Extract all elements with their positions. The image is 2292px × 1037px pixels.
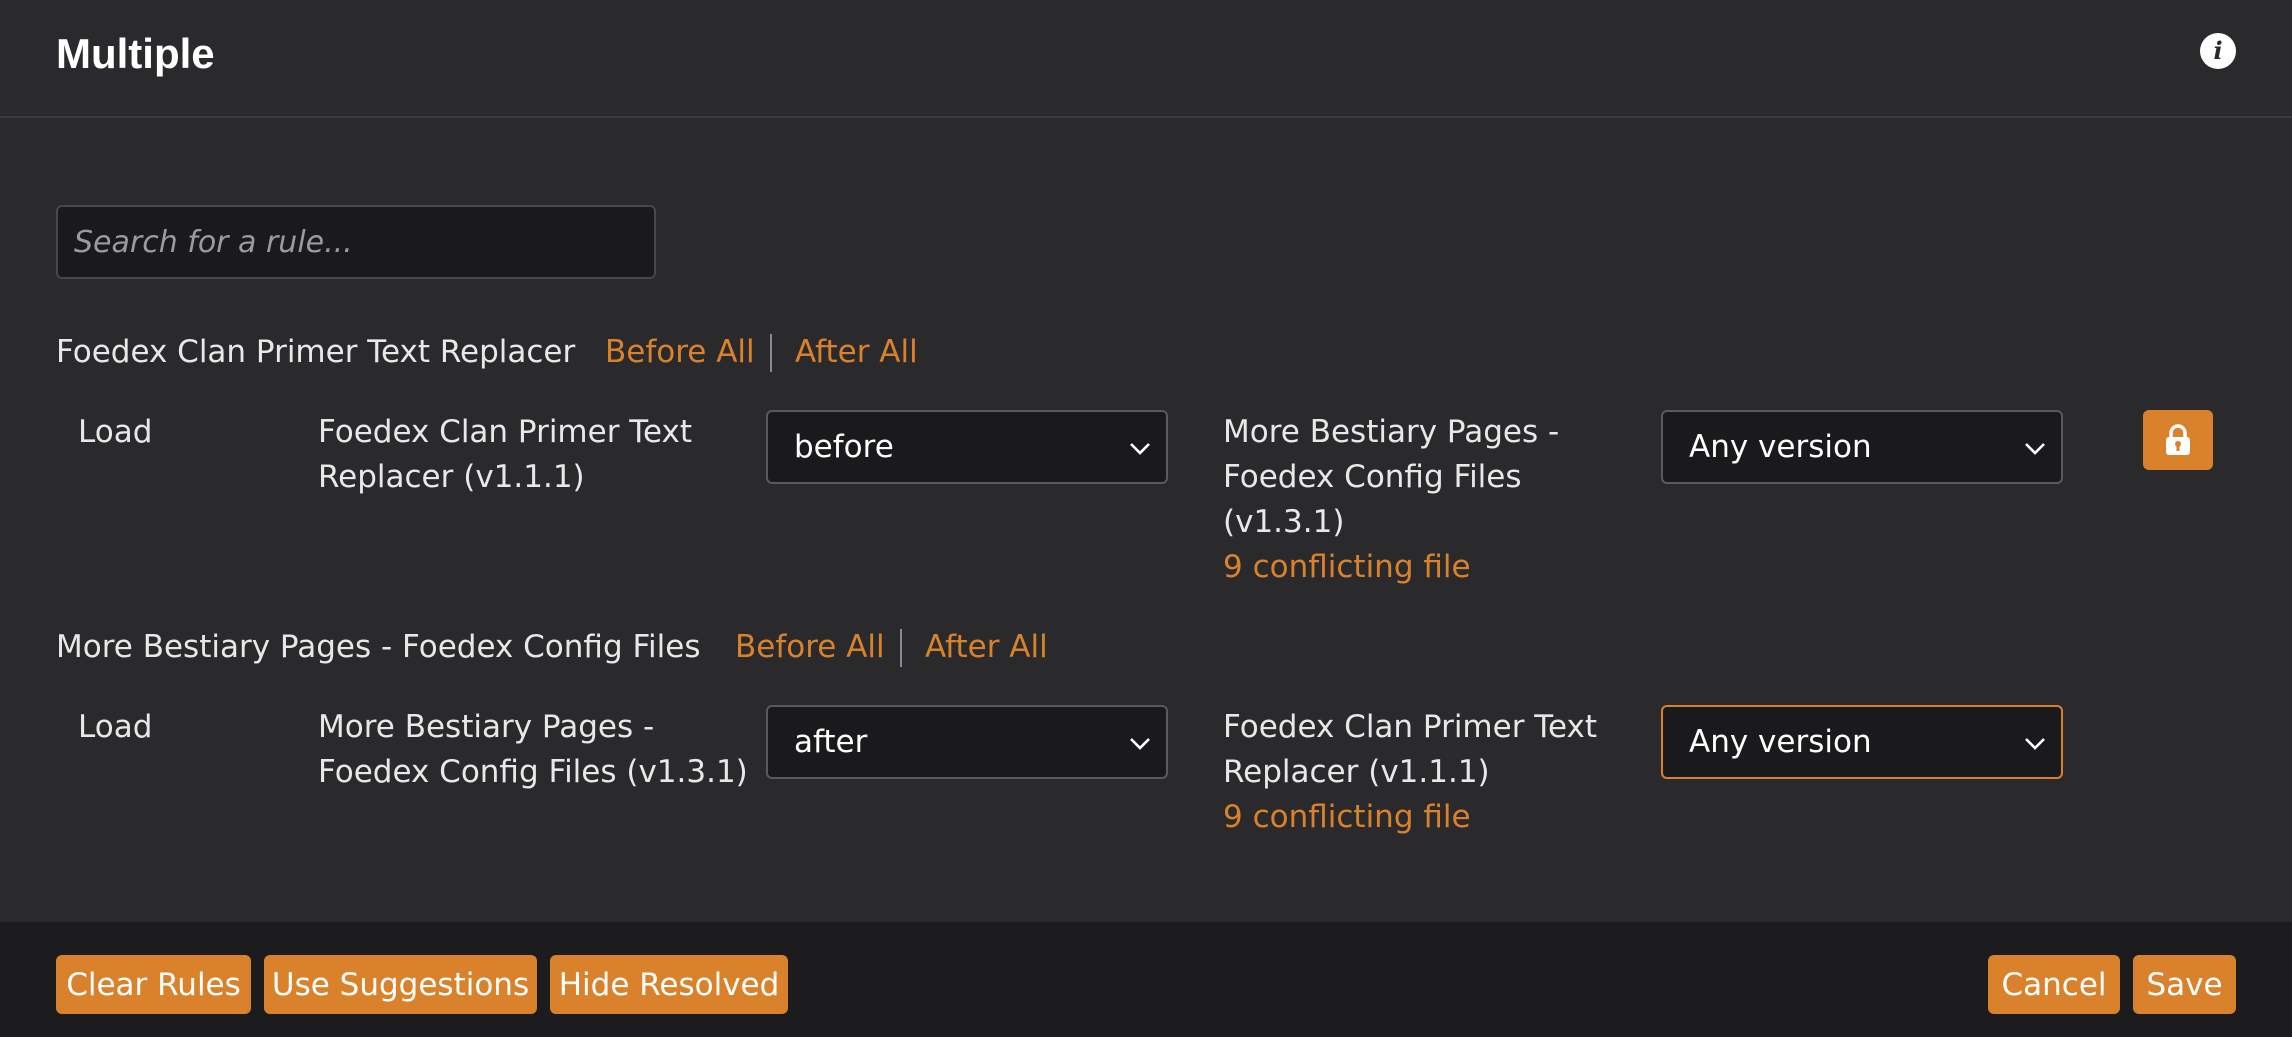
chevron-down-icon (1130, 738, 1150, 750)
after-all-link[interactable]: After All (925, 625, 1048, 670)
rule-target-line2: Replacer (v1.1.1) (1223, 754, 1490, 790)
version-select[interactable]: Any version (1661, 410, 2063, 484)
link-separator (770, 334, 772, 372)
chevron-down-icon (2025, 738, 2045, 750)
rule-target-line3: (v1.3.1) (1223, 504, 1345, 540)
group-title: Foedex Clan Primer Text Replacer (56, 334, 576, 370)
rule-source-line1: Foedex Clan Primer Text (318, 414, 692, 450)
dialog-header: Multiple i (0, 0, 2292, 118)
lock-icon (2166, 424, 2190, 455)
search-input[interactable] (56, 205, 656, 279)
rule-target-line2: Foedex Config Files (1223, 459, 1522, 495)
save-button[interactable]: Save (2133, 955, 2236, 1014)
before-all-link[interactable]: Before All (605, 330, 755, 375)
conflicting-files-link[interactable]: 9 conflicting file (1223, 545, 1471, 590)
before-all-link[interactable]: Before All (735, 625, 885, 670)
rule-action: Load (78, 709, 153, 745)
order-select[interactable]: after (766, 705, 1168, 779)
version-select[interactable]: Any version (1661, 705, 2063, 779)
conflicting-files-link[interactable]: 9 conflicting file (1223, 795, 1471, 840)
version-select-value: Any version (1689, 724, 1872, 760)
rule-source-line2: Foedex Config Files (v1.3.1) (318, 754, 748, 790)
order-select-value: before (794, 429, 894, 465)
link-separator (900, 629, 902, 667)
info-icon[interactable]: i (2200, 33, 2236, 69)
chevron-down-icon (1130, 443, 1150, 455)
clear-rules-button[interactable]: Clear Rules (56, 955, 251, 1014)
rule-action: Load (78, 414, 153, 450)
lock-button[interactable] (2143, 410, 2213, 470)
order-select-value: after (794, 724, 868, 760)
rule-source-line2: Replacer (v1.1.1) (318, 459, 585, 495)
chevron-down-icon (2025, 443, 2045, 455)
after-all-link[interactable]: After All (795, 330, 918, 375)
rule-target-line1: Foedex Clan Primer Text (1223, 709, 1597, 745)
use-suggestions-button[interactable]: Use Suggestions (264, 955, 537, 1014)
dialog-title: Multiple (56, 30, 215, 77)
rule-target-line1: More Bestiary Pages - (1223, 414, 1560, 450)
cancel-button[interactable]: Cancel (1988, 955, 2120, 1014)
version-select-value: Any version (1689, 429, 1872, 465)
group-title: More Bestiary Pages - Foedex Config File… (56, 629, 701, 665)
hide-resolved-button[interactable]: Hide Resolved (550, 955, 788, 1014)
order-select[interactable]: before (766, 410, 1168, 484)
rule-source-line1: More Bestiary Pages - (318, 709, 655, 745)
